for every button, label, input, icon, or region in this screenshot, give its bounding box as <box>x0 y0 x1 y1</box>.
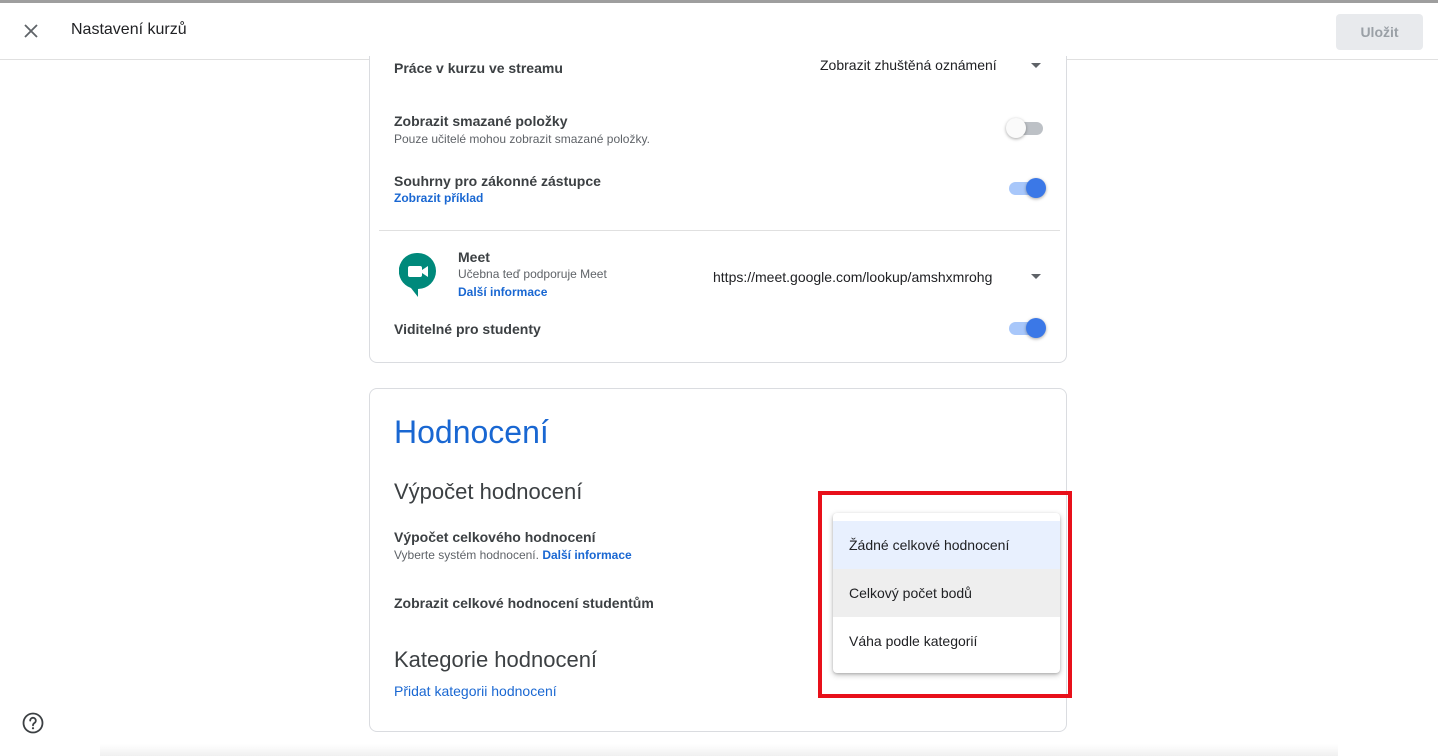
add-grade-category-link[interactable]: Přidat kategorii hodnocení <box>394 683 557 699</box>
bottom-scroll-shadow <box>100 744 1338 756</box>
visible-to-students-label: Viditelné pro studenty <box>394 321 541 337</box>
save-button[interactable]: Uložit <box>1336 14 1423 50</box>
app-header: Nastavení kurzů Uložit <box>0 3 1438 60</box>
toggle-thumb <box>1026 318 1046 338</box>
show-overall-grade-label: Zobrazit celkové hodnocení studentům <box>394 595 654 611</box>
help-button[interactable] <box>21 711 45 735</box>
guardian-summaries-toggle[interactable] <box>1006 178 1046 198</box>
grade-calculation-menu: Žádné celkové hodnocení Celkový počet bo… <box>833 513 1060 673</box>
close-icon <box>24 24 38 38</box>
stream-setting-label: Práce v kurzu ve streamu <box>394 60 563 76</box>
show-example-link[interactable]: Zobrazit příklad <box>394 191 483 205</box>
grade-calculation-heading: Výpočet hodnocení <box>394 479 583 504</box>
menu-option-weighted-by-category[interactable]: Váha podle kategorií <box>833 617 1060 665</box>
grading-section-title: Hodnocení <box>394 414 549 450</box>
toggle-thumb <box>1006 118 1026 138</box>
menu-option-no-overall-grade[interactable]: Žádné celkové hodnocení <box>833 521 1060 569</box>
overall-grade-more-info-link[interactable]: Další informace <box>542 548 631 562</box>
close-button[interactable] <box>17 17 45 45</box>
general-settings-card: Práce v kurzu ve streamu Zobrazit zhuště… <box>369 56 1067 363</box>
page-title: Nastavení kurzů <box>71 21 187 38</box>
deleted-items-description: Pouze učitelé mohou zobrazit smazané pol… <box>394 132 650 146</box>
guardian-summaries-label: Souhrny pro zákonné zástupce <box>394 173 601 189</box>
section-divider <box>379 230 1060 231</box>
meet-link-dropdown-arrow-icon[interactable] <box>1031 274 1041 279</box>
deleted-items-toggle[interactable] <box>1006 118 1046 138</box>
menu-option-total-points[interactable]: Celkový počet bodů <box>833 569 1060 617</box>
grade-categories-heading: Kategorie hodnocení <box>394 647 598 672</box>
overall-grade-description-text: Vyberte systém hodnocení. <box>394 548 539 562</box>
meet-more-info-link[interactable]: Další informace <box>458 285 547 299</box>
overall-grade-description: Vyberte systém hodnocení. Další informac… <box>394 548 632 562</box>
meet-link-dropdown-value[interactable]: https://meet.google.com/lookup/amshxmroh… <box>713 269 992 285</box>
visible-to-students-toggle[interactable] <box>1006 318 1046 338</box>
overall-grade-calculation-label: Výpočet celkového hodnocení <box>394 529 596 545</box>
meet-description: Učebna teď podporuje Meet <box>458 267 607 281</box>
deleted-items-label: Zobrazit smazané položky <box>394 113 568 129</box>
stream-dropdown-value[interactable]: Zobrazit zhuštěná oznámení <box>820 57 997 73</box>
stream-dropdown-arrow-icon[interactable] <box>1031 63 1041 68</box>
toggle-thumb <box>1026 178 1046 198</box>
meet-title: Meet <box>458 249 490 265</box>
help-icon <box>22 712 44 734</box>
meet-logo-icon <box>399 252 436 297</box>
